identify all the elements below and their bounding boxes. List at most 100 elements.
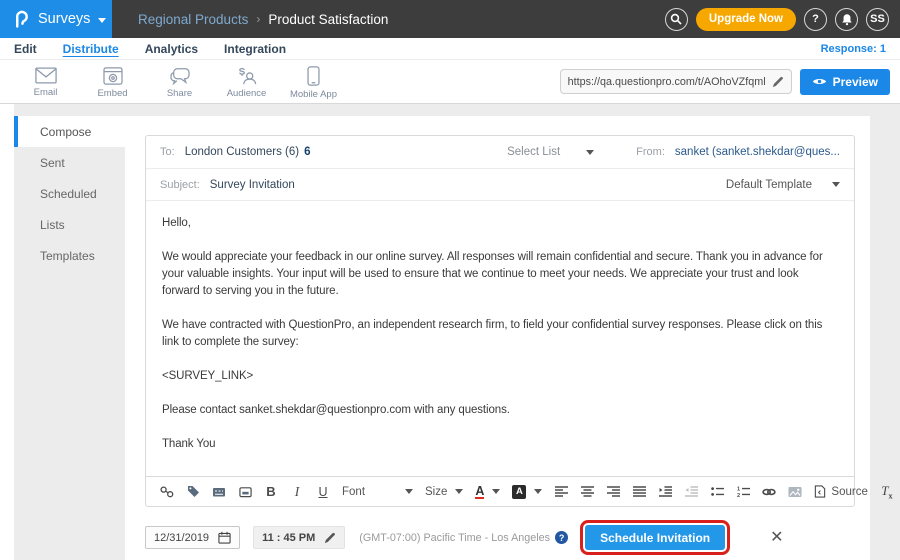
subject-input[interactable]: Survey Invitation bbox=[210, 179, 295, 191]
surveys-menu-label: Surveys bbox=[38, 11, 90, 27]
background-color-icon: A bbox=[512, 485, 526, 499]
bell-icon bbox=[841, 13, 853, 26]
italic-button[interactable]: I bbox=[290, 482, 304, 502]
outdent-button[interactable] bbox=[684, 482, 698, 502]
sidebar-item-compose[interactable]: Compose bbox=[14, 116, 125, 147]
survey-link-area: https://qa.questionpro.com/t/AOhoVZfqml … bbox=[560, 69, 900, 95]
align-left-button[interactable] bbox=[554, 482, 568, 502]
align-right-icon bbox=[607, 486, 620, 497]
chain-link-icon bbox=[160, 486, 174, 498]
breadcrumb-current: Product Satisfaction bbox=[268, 12, 388, 27]
channel-share[interactable]: Share bbox=[146, 65, 213, 99]
justify-button[interactable] bbox=[632, 482, 646, 502]
help-button[interactable]: ? bbox=[804, 8, 827, 31]
search-button[interactable] bbox=[665, 8, 688, 31]
tab-edit[interactable]: Edit bbox=[14, 38, 37, 60]
text-color-button[interactable]: A bbox=[475, 485, 500, 499]
channel-mobile-app[interactable]: Mobile App bbox=[280, 64, 347, 100]
template-dropdown[interactable]: Default Template bbox=[726, 179, 840, 191]
insert-link-button[interactable] bbox=[762, 482, 776, 502]
compose-card: To: London Customers (6) 6 Select List F… bbox=[145, 135, 855, 507]
font-dropdown-label: Font bbox=[342, 486, 365, 498]
bulleted-list-button[interactable] bbox=[710, 482, 724, 502]
sidebar-item-scheduled[interactable]: Scheduled bbox=[14, 178, 125, 209]
remove-format-button[interactable]: Tx bbox=[880, 482, 894, 502]
merge-field-button[interactable] bbox=[212, 482, 226, 502]
channel-email[interactable]: Email bbox=[12, 65, 79, 98]
close-icon[interactable]: ✕ bbox=[770, 530, 783, 546]
tab-distribute[interactable]: Distribute bbox=[63, 38, 119, 60]
card-icon bbox=[212, 486, 226, 498]
edit-pencil-icon bbox=[324, 532, 336, 544]
tag-button[interactable] bbox=[186, 482, 200, 502]
link-anchor-button[interactable] bbox=[160, 482, 174, 502]
date-picker[interactable]: 12/31/2019 bbox=[145, 526, 240, 549]
background-color-button[interactable]: A bbox=[512, 485, 542, 499]
upgrade-now-button[interactable]: Upgrade Now bbox=[696, 8, 796, 31]
chevron-down-icon bbox=[586, 150, 594, 155]
email-paragraph: Please contact sanket.shekdar@questionpr… bbox=[162, 402, 838, 419]
align-right-button[interactable] bbox=[606, 482, 620, 502]
chevron-down-icon bbox=[455, 489, 463, 494]
to-row: To: London Customers (6) 6 Select List F… bbox=[146, 136, 854, 169]
font-dropdown[interactable]: Font bbox=[342, 486, 413, 498]
email-paragraph: <SURVEY_LINK> bbox=[162, 368, 838, 385]
channel-embed[interactable]: Embed bbox=[79, 65, 146, 99]
outdent-icon bbox=[685, 486, 698, 497]
audience-icon bbox=[236, 67, 258, 85]
breadcrumb-parent[interactable]: Regional Products bbox=[138, 12, 248, 27]
schedule-invitation-button[interactable]: Schedule Invitation bbox=[585, 525, 725, 550]
time-picker[interactable]: 11 : 45 PM bbox=[253, 526, 345, 549]
survey-tabbar: Edit Distribute Analytics Integration Re… bbox=[0, 38, 900, 60]
to-label: To: bbox=[160, 146, 175, 158]
from-value[interactable]: sanket (sanket.shekdar@ques... bbox=[675, 146, 840, 158]
to-value[interactable]: London Customers (6) bbox=[185, 146, 299, 158]
timezone-help-button[interactable]: ? bbox=[555, 531, 568, 544]
search-icon bbox=[670, 13, 682, 25]
response-count[interactable]: Response: 1 bbox=[821, 43, 886, 55]
insert-image-button[interactable] bbox=[788, 482, 802, 502]
remove-format-icon: Tx bbox=[881, 483, 892, 501]
user-avatar[interactable]: SS bbox=[866, 8, 889, 31]
sidebar-item-lists[interactable]: Lists bbox=[14, 209, 125, 240]
underline-button[interactable]: U bbox=[316, 482, 330, 502]
channel-label: Audience bbox=[227, 88, 267, 99]
size-dropdown[interactable]: Size bbox=[425, 486, 463, 498]
questionpro-logo-icon bbox=[13, 9, 30, 29]
subject-label: Subject: bbox=[160, 179, 200, 191]
align-center-button[interactable] bbox=[580, 482, 594, 502]
bold-button[interactable]: B bbox=[264, 482, 278, 502]
edit-pencil-icon[interactable] bbox=[772, 76, 784, 88]
numbered-list-icon: 12 bbox=[737, 486, 750, 497]
indent-button[interactable] bbox=[658, 482, 672, 502]
preview-label: Preview bbox=[833, 75, 878, 89]
avatar-initials: SS bbox=[870, 13, 885, 25]
preview-button[interactable]: Preview bbox=[800, 69, 890, 95]
indent-icon bbox=[659, 486, 672, 497]
chevron-down-icon bbox=[534, 489, 542, 494]
chevron-down-icon bbox=[492, 489, 500, 494]
email-paragraph: We would appreciate your feedback in our… bbox=[162, 249, 838, 300]
chevron-down-icon bbox=[98, 18, 106, 23]
bulleted-list-icon bbox=[711, 486, 724, 497]
source-button[interactable]: Source bbox=[814, 485, 867, 498]
channel-audience[interactable]: Audience bbox=[213, 65, 280, 99]
question-mark-icon: ? bbox=[812, 13, 819, 25]
envelope-icon bbox=[35, 67, 57, 84]
select-list-dropdown[interactable]: Select List bbox=[507, 146, 594, 158]
numbered-list-button[interactable]: 12 bbox=[736, 482, 750, 502]
source-doc-icon bbox=[814, 485, 826, 498]
tab-integration[interactable]: Integration bbox=[224, 38, 286, 60]
recipient-count: 6 bbox=[304, 146, 310, 158]
left-gutter bbox=[0, 104, 14, 560]
tab-analytics[interactable]: Analytics bbox=[145, 38, 198, 60]
size-dropdown-label: Size bbox=[425, 486, 447, 498]
survey-url-field[interactable]: https://qa.questionpro.com/t/AOhoVZfqml bbox=[560, 69, 792, 94]
button-insert-button[interactable] bbox=[238, 482, 252, 502]
sidebar-item-sent[interactable]: Sent bbox=[14, 147, 125, 178]
email-body-editor[interactable]: Hello,We would appreciate your feedback … bbox=[146, 201, 854, 476]
select-list-label: Select List bbox=[507, 146, 560, 158]
sidebar-item-templates[interactable]: Templates bbox=[14, 240, 125, 271]
surveys-menu[interactable]: Surveys bbox=[0, 0, 112, 38]
notifications-button[interactable] bbox=[835, 8, 858, 31]
